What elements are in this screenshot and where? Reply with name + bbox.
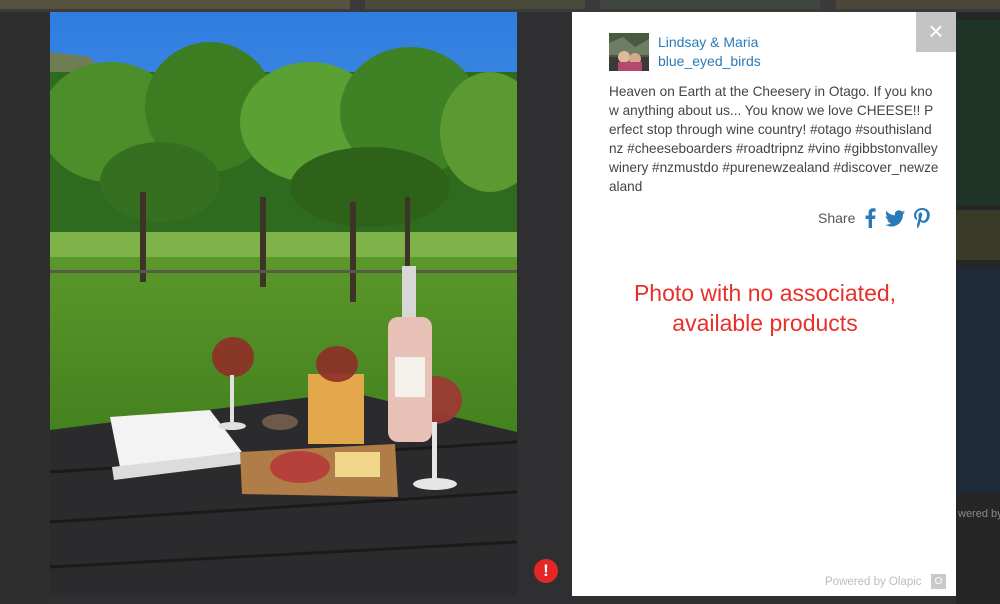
pinterest-icon[interactable] <box>914 207 931 229</box>
no-products-note: Photo with no associated, available prod… <box>633 280 897 336</box>
share-bar: Share <box>818 206 939 230</box>
post-detail-panel: × Lindsay & Maria blue_eyed_birds Heaven… <box>572 12 956 596</box>
avatar[interactable] <box>609 33 649 71</box>
background-left-edge <box>0 12 50 604</box>
post-photo <box>50 12 517 596</box>
olapic-logo-icon[interactable]: O <box>931 574 946 589</box>
user-handle-link[interactable]: blue_eyed_birds <box>658 53 761 69</box>
powered-by-text[interactable]: Powered by Olapic <box>825 576 922 588</box>
report-alert-icon[interactable]: ! <box>534 559 558 583</box>
user-name-link[interactable]: Lindsay & Maria <box>658 34 758 50</box>
facebook-icon[interactable] <box>864 208 876 228</box>
background-gallery-column: wered by <box>956 12 1000 604</box>
twitter-icon[interactable] <box>885 209 906 227</box>
post-caption: Heaven on Earth at the Cheesery in Otago… <box>609 84 939 194</box>
close-icon: × <box>928 16 944 46</box>
share-label: Share <box>818 210 856 226</box>
background-powered-text: wered by <box>958 508 1000 520</box>
close-button[interactable]: × <box>916 12 956 52</box>
background-gallery-strip <box>0 0 1000 12</box>
